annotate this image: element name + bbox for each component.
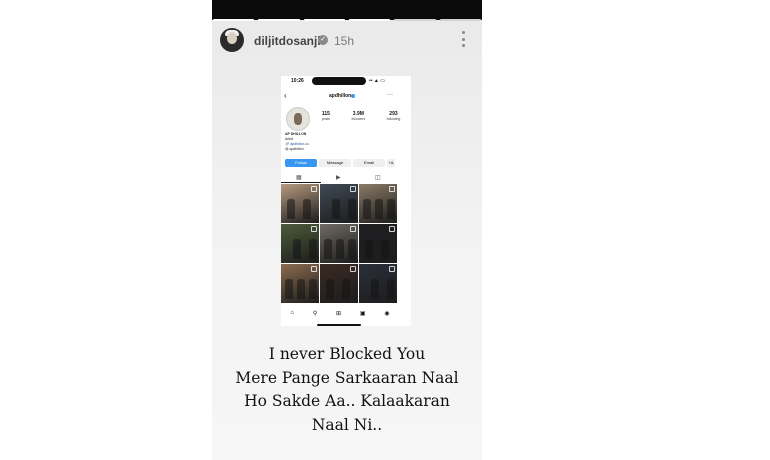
embedded-profile-screenshot: 10:26 •• ▲ ▭ ‹ apdhillon ··· 115 posts 3.… bbox=[281, 76, 411, 326]
photo-figure bbox=[381, 239, 389, 259]
status-icons: •• ▲ ▭ bbox=[369, 78, 385, 84]
verified-badge-icon bbox=[351, 94, 355, 98]
progress-segment bbox=[348, 19, 391, 21]
post-thumbnail bbox=[281, 224, 319, 263]
photo-figure bbox=[332, 199, 340, 219]
photo-figure bbox=[371, 279, 379, 299]
profile-top-nav: ‹ apdhillon ··· bbox=[281, 91, 411, 101]
caption-line: Mere Pange Sarkaaran Naal bbox=[235, 368, 459, 387]
progress-segment bbox=[258, 19, 300, 21]
photo-figure bbox=[303, 199, 311, 219]
stat-followers: 3.9M followers bbox=[351, 111, 366, 121]
home-indicator bbox=[317, 324, 361, 326]
photo-figure bbox=[387, 279, 395, 299]
multi-post-icon bbox=[311, 226, 317, 232]
phone-status-bar: 10:26 •• ▲ ▭ bbox=[281, 76, 411, 86]
multi-post-icon bbox=[350, 266, 356, 272]
avatar[interactable] bbox=[220, 28, 244, 52]
story-header: diljitdosanjh ✓ 15h bbox=[220, 28, 476, 54]
status-time: 10:26 bbox=[291, 78, 304, 84]
caption-line: Naal Ni.. bbox=[311, 415, 383, 434]
photo-figure bbox=[285, 279, 293, 299]
story-timestamp: 15h bbox=[334, 34, 355, 48]
stat-following: 293 following bbox=[386, 111, 401, 121]
bio-threads: @ apdhillon bbox=[285, 147, 304, 151]
photo-figure bbox=[365, 239, 373, 259]
photo-figure bbox=[363, 199, 371, 219]
reels-icon: ▣ bbox=[359, 311, 366, 317]
story-progress-bar bbox=[212, 19, 482, 22]
email-button: Email bbox=[353, 159, 385, 167]
post-thumbnail bbox=[359, 224, 397, 263]
multi-post-icon bbox=[389, 226, 395, 232]
post-thumbnail bbox=[359, 184, 397, 223]
tagged-icon: ◫ bbox=[375, 175, 381, 181]
story-username[interactable]: diljitdosanjh bbox=[254, 34, 325, 48]
progress-segment bbox=[439, 19, 481, 21]
follow-button: Follow bbox=[285, 159, 317, 167]
caption-line: I never Blocked You bbox=[268, 345, 426, 363]
profile-handle: apdhillon bbox=[329, 93, 352, 99]
post-grid bbox=[281, 184, 399, 304]
chevron-left-icon: ‹ bbox=[284, 91, 287, 100]
progress-segment bbox=[213, 19, 255, 21]
story-caption: I never Blocked You Mere Pange Sarkaaran… bbox=[212, 343, 482, 437]
multi-post-icon bbox=[350, 186, 356, 192]
photo-figure bbox=[309, 279, 317, 299]
search-icon: ⚲ bbox=[312, 311, 318, 317]
grid-icon: ▦ bbox=[296, 175, 302, 181]
post-thumbnail bbox=[320, 224, 358, 263]
progress-segment bbox=[303, 19, 345, 21]
active-tab-indicator bbox=[281, 182, 321, 183]
multi-post-icon bbox=[389, 186, 395, 192]
more-horizontal-icon: ··· bbox=[387, 92, 393, 98]
dynamic-island bbox=[312, 77, 366, 85]
reels-icon: ▶ bbox=[336, 175, 341, 181]
progress-segment bbox=[394, 19, 436, 21]
multi-post-icon bbox=[389, 266, 395, 272]
profile-stats: 115 posts 3.9M followers 293 following bbox=[311, 111, 411, 121]
photo-figure bbox=[348, 239, 356, 259]
photo-figure bbox=[287, 199, 295, 219]
add-user-button: +& bbox=[387, 159, 395, 167]
stat-posts: 115 posts bbox=[321, 111, 331, 121]
profile-tabs: ▦ ▶ ◫ bbox=[281, 174, 411, 182]
phone-bottom-nav: ⌂ ⚲ ⊞ ▣ ◉ bbox=[281, 310, 399, 318]
photo-figure bbox=[348, 199, 356, 219]
photo-figure bbox=[297, 279, 305, 299]
photo-figure bbox=[326, 279, 334, 299]
photo-figure bbox=[387, 199, 395, 219]
message-button: Message bbox=[319, 159, 351, 167]
photo-figure bbox=[293, 239, 301, 259]
profile-avatar bbox=[286, 107, 310, 131]
add-icon: ⊞ bbox=[336, 311, 342, 317]
photo-figure bbox=[309, 239, 317, 259]
profile-bio: AP DHILLON Artist 🔗 apdhillon.co @ apdhi… bbox=[285, 132, 405, 152]
post-thumbnail bbox=[281, 264, 319, 303]
profile-icon: ◉ bbox=[384, 311, 390, 317]
multi-post-icon bbox=[350, 226, 356, 232]
photo-figure bbox=[375, 199, 383, 219]
post-thumbnail bbox=[359, 264, 397, 303]
post-thumbnail bbox=[320, 264, 358, 303]
multi-post-icon bbox=[311, 186, 317, 192]
post-thumbnail bbox=[320, 184, 358, 223]
profile-action-buttons: Follow Message Email +& bbox=[285, 159, 403, 167]
more-vertical-icon[interactable] bbox=[462, 31, 466, 47]
story-top-bar bbox=[212, 0, 482, 20]
post-thumbnail bbox=[281, 184, 319, 223]
home-icon: ⌂ bbox=[290, 310, 295, 316]
photo-figure bbox=[324, 239, 332, 259]
photo-figure bbox=[342, 279, 350, 299]
multi-post-icon bbox=[311, 266, 317, 272]
instagram-story: diljitdosanjh ✓ 15h 10:26 •• ▲ ▭ ‹ apdhi… bbox=[212, 0, 482, 460]
caption-line: Ho Sakde Aa.. Kalaakaran bbox=[244, 392, 450, 410]
verified-badge-icon: ✓ bbox=[318, 35, 328, 45]
photo-figure bbox=[336, 239, 344, 259]
